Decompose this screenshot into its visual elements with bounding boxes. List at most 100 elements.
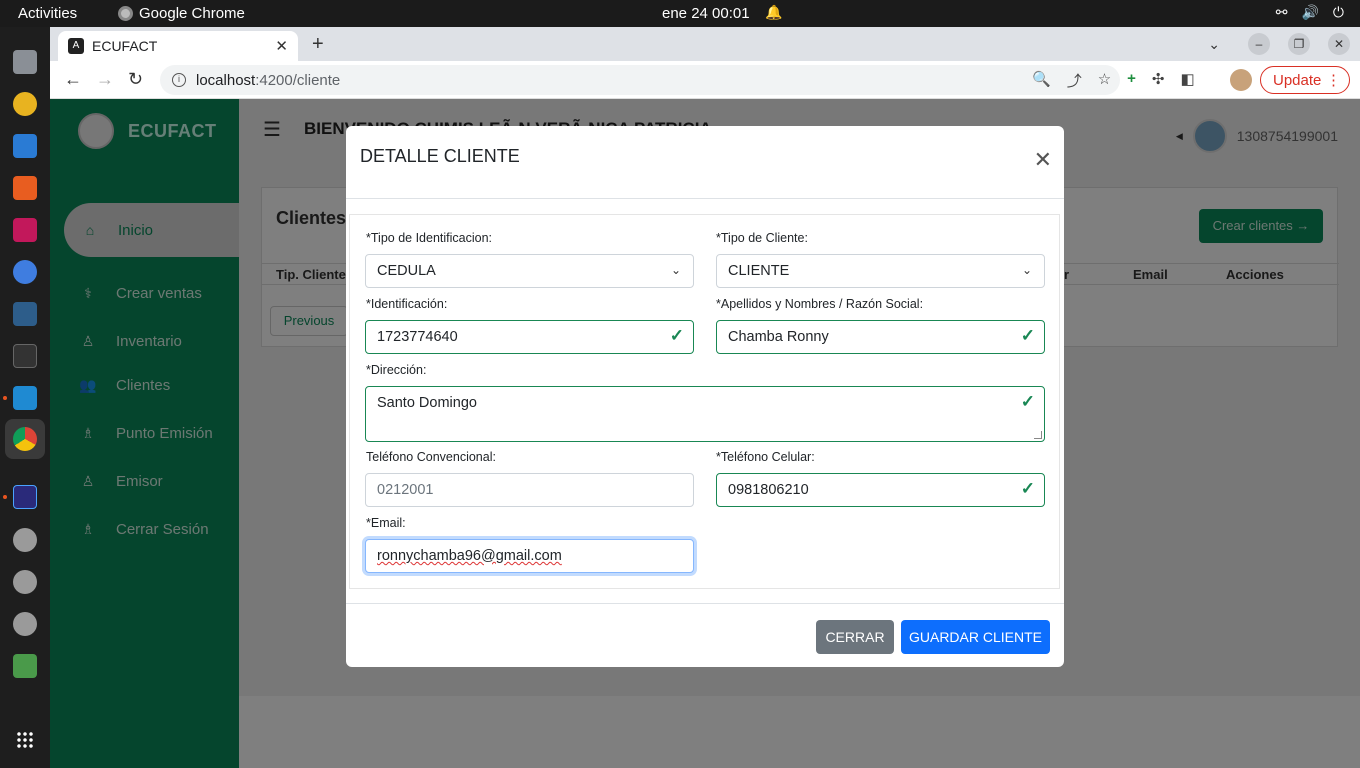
browser-tab-bar: A ECUFACT ✕ + ⌄ – ❐ ✕ xyxy=(50,27,1360,61)
close-icon[interactable]: ✕ xyxy=(1034,149,1052,171)
url-text: localhost:4200/cliente xyxy=(196,72,340,89)
side-panel-icon[interactable]: ◧ xyxy=(1181,70,1195,91)
nombres-label: *Apellidos y Nombres / Razón Social: xyxy=(716,297,924,311)
url-host: localhost xyxy=(196,71,256,89)
email-label: *Email: xyxy=(366,516,406,530)
reload-icon[interactable]: ↻ xyxy=(128,69,143,90)
toolbar-icons: 🔍 ⤴ ☆ + ✣ ◧ xyxy=(1032,70,1195,91)
cerrar-button[interactable]: CERRAR xyxy=(816,620,894,654)
email-field[interactable]: ronnychamba96@gmail.com xyxy=(365,539,694,573)
update-button[interactable]: Update ⋮ xyxy=(1260,66,1350,94)
chevron-down-icon: ⌄ xyxy=(670,263,681,277)
tipo-identificacion-label: *Tipo de Identificacion: xyxy=(366,231,493,245)
telefono-convencional-value: 0212001 xyxy=(377,482,434,498)
modal-header: DETALLE CLIENTE ✕ xyxy=(346,126,1064,199)
rhythmbox-icon[interactable] xyxy=(13,92,37,116)
telefono-celular-label: *Teléfono Celular: xyxy=(716,450,815,464)
browser-tab[interactable]: A ECUFACT ✕ xyxy=(58,31,298,61)
identificacion-label: *Identificación: xyxy=(366,297,448,311)
profile-avatar[interactable] xyxy=(1230,69,1252,91)
telefono-celular-value: 0981806210 xyxy=(728,482,809,498)
tab-search-chevron-icon[interactable]: ⌄ xyxy=(1208,36,1220,53)
chevron-down-icon: ⌄ xyxy=(1021,263,1032,277)
restore-button[interactable]: ❐ xyxy=(1288,33,1310,55)
resize-handle[interactable] xyxy=(1034,431,1042,439)
volume-icon: 🔊 xyxy=(1301,4,1319,20)
new-tab-button[interactable]: + xyxy=(312,33,324,56)
browser-toolbar: ← → ↻ i localhost:4200/cliente 🔍 ⤴ ☆ + ✣… xyxy=(50,61,1360,99)
zoom-icon[interactable]: 🔍 xyxy=(1032,70,1051,91)
webstorm-icon[interactable] xyxy=(13,260,37,284)
running-indicator xyxy=(3,396,7,400)
modal-footer: CERRAR GUARDAR CLIENTE xyxy=(346,603,1064,667)
power-icon: ⏻ xyxy=(1332,4,1344,20)
disk-icon[interactable] xyxy=(13,612,37,636)
tipo-cliente-label: *Tipo de Cliente: xyxy=(716,231,808,245)
tipo-cliente-value: CLIENTE xyxy=(728,263,790,279)
mysql-workbench-icon[interactable] xyxy=(13,302,37,326)
url-path: :4200/cliente xyxy=(255,71,341,89)
vscode-icon[interactable] xyxy=(13,386,37,410)
app-menu-label: Google Chrome xyxy=(139,5,245,22)
os-top-bar: Activities Google Chrome ene 24 00:01 🔔 … xyxy=(0,0,1360,27)
chrome-dock-icon[interactable] xyxy=(13,427,37,451)
disk-icon[interactable] xyxy=(13,528,37,552)
email-value: ronnychamba96@gmail.com xyxy=(377,548,562,564)
check-icon: ✓ xyxy=(1020,479,1035,498)
network-icon: ⚯ xyxy=(1275,4,1288,20)
extensions-puzzle-icon[interactable]: ✣ xyxy=(1152,70,1165,91)
terminal-icon[interactable] xyxy=(13,344,37,368)
clock[interactable]: ene 24 00:01 xyxy=(662,5,750,22)
forward-arrow-icon[interactable]: → xyxy=(96,69,114,90)
intellij-ce-icon[interactable] xyxy=(13,485,37,509)
nombres-value: Chamba Ronny xyxy=(728,329,829,345)
share-icon[interactable]: ⤴ xyxy=(1067,70,1082,91)
trash-icon[interactable] xyxy=(13,654,37,678)
system-tray[interactable]: ⚯ 🔊 ⏻ xyxy=(1276,4,1344,21)
update-label: Update xyxy=(1273,71,1322,89)
bookmark-star-icon[interactable]: ☆ xyxy=(1098,70,1111,91)
show-apps-icon[interactable] xyxy=(16,731,34,749)
extension-plus-icon[interactable]: + xyxy=(1127,70,1136,91)
intellij-icon[interactable] xyxy=(13,218,37,242)
telefono-convencional-input[interactable]: 0212001 xyxy=(365,473,694,507)
minimize-button[interactable]: – xyxy=(1248,33,1270,55)
direccion-label: *Dirección: xyxy=(366,363,427,377)
chrome-icon xyxy=(118,6,133,21)
check-icon: ✓ xyxy=(1020,392,1035,411)
client-form: *Tipo de Identificacion: CEDULA ⌄ *Tipo … xyxy=(349,214,1060,589)
nombres-input[interactable]: Chamba Ronny ✓ xyxy=(716,320,1045,354)
software-center-icon[interactable] xyxy=(13,176,37,200)
address-bar[interactable]: i localhost:4200/cliente xyxy=(160,65,1120,95)
tab-close-icon[interactable]: ✕ xyxy=(275,37,288,55)
site-info-icon[interactable]: i xyxy=(172,73,186,87)
tipo-identificacion-value: CEDULA xyxy=(377,263,436,279)
tipo-identificacion-select[interactable]: CEDULA ⌄ xyxy=(365,254,694,288)
running-indicator xyxy=(3,495,7,499)
files-icon[interactable] xyxy=(13,50,37,74)
check-icon: ✓ xyxy=(1020,326,1035,345)
client-detail-modal: DETALLE CLIENTE ✕ *Tipo de Identificacio… xyxy=(346,126,1064,667)
tipo-cliente-select[interactable]: CLIENTE ⌄ xyxy=(716,254,1045,288)
activities-button[interactable]: Activities xyxy=(18,5,77,22)
modal-backdrop-lower[interactable] xyxy=(50,696,1360,768)
direccion-textarea[interactable]: Santo Domingo ✓ xyxy=(365,386,1045,442)
identificacion-input[interactable]: 1723774640 ✓ xyxy=(365,320,694,354)
modal-title: DETALLE CLIENTE xyxy=(360,146,520,166)
back-arrow-icon[interactable]: ← xyxy=(64,69,82,90)
telefono-convencional-label: Teléfono Convencional: xyxy=(366,450,496,464)
disk-icon[interactable] xyxy=(13,570,37,594)
check-icon: ✓ xyxy=(669,326,684,345)
more-vert-icon: ⋮ xyxy=(1326,72,1341,89)
window-controls: ⌄ – ❐ ✕ xyxy=(1208,33,1350,55)
direccion-value: Santo Domingo xyxy=(377,395,477,411)
app-menu[interactable]: Google Chrome xyxy=(118,5,245,22)
telefono-celular-input[interactable]: 0981806210 ✓ xyxy=(716,473,1045,507)
dock xyxy=(0,27,50,768)
tab-title: ECUFACT xyxy=(92,38,158,54)
guardar-cliente-button[interactable]: GUARDAR CLIENTE xyxy=(901,620,1050,654)
angular-favicon-icon: A xyxy=(68,38,84,54)
writer-icon[interactable] xyxy=(13,134,37,158)
notification-bell-icon: 🔔 xyxy=(765,4,783,20)
close-window-button[interactable]: ✕ xyxy=(1328,33,1350,55)
